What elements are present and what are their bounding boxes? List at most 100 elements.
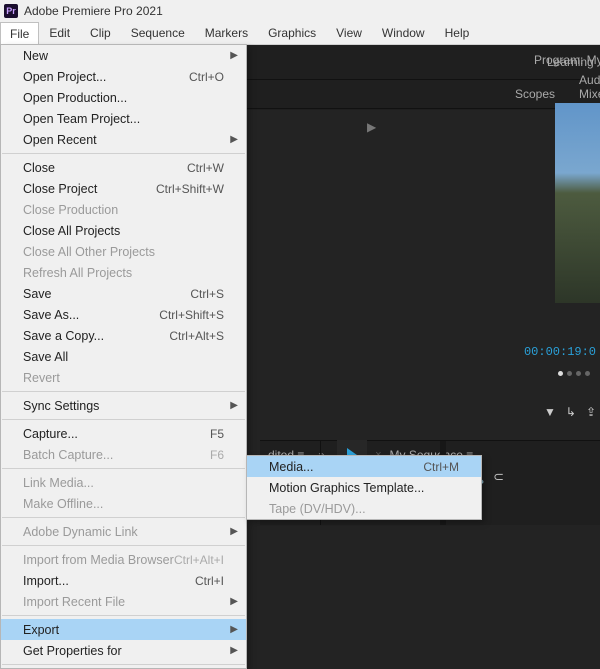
submenu-item-tape-dv-hdv: Tape (DV/HDV)...: [247, 498, 481, 519]
panel-toolbar: ▼ ↳ ⇪: [544, 405, 596, 419]
menu-item-label: Revert: [23, 371, 224, 385]
menu-item-label: Close: [23, 161, 187, 175]
export-icon[interactable]: ⇪: [586, 405, 596, 419]
menu-item-label: Save All: [23, 350, 224, 364]
menu-item-label: Get Properties for: [23, 644, 224, 658]
program-monitor-panel: Program: My Se 00:00:19:0 ▼ ↳ ⇪: [530, 45, 600, 415]
menu-item-label: Tape (DV/HDV)...: [269, 502, 459, 516]
menu-item-label: Link Media...: [23, 476, 224, 490]
workspace-area: Learning Assembly Editing Color Scopes A…: [247, 45, 600, 517]
menu-item-label: Make Offline...: [23, 497, 224, 511]
menu-item-label: Open Production...: [23, 91, 224, 105]
menu-item-label: Import...: [23, 574, 195, 588]
menu-item-label: Save a Copy...: [23, 329, 169, 343]
misc-icon[interactable]: ⊂: [493, 469, 504, 485]
menu-shortcut: Ctrl+S: [190, 287, 224, 301]
menu-item-sync-settings[interactable]: Sync Settings▶: [1, 395, 246, 416]
menubar: FileEditClipSequenceMarkersGraphicsViewW…: [0, 22, 600, 45]
menu-separator: [2, 153, 245, 154]
menu-item-export[interactable]: Export ▶: [1, 619, 246, 640]
menu-item-open-team-project[interactable]: Open Team Project...: [1, 108, 246, 129]
menu-item-label: Sync Settings: [23, 399, 224, 413]
menu-item-batch-capture: Batch Capture...F6: [1, 444, 246, 465]
menu-shortcut: Ctrl+Shift+W: [156, 182, 224, 196]
menu-shortcut: F6: [210, 448, 224, 462]
menu-separator: [2, 545, 245, 546]
menu-separator: [2, 615, 245, 616]
menu-item-label: Import Recent File: [23, 595, 224, 609]
submenu-item-media[interactable]: Media...Ctrl+M: [247, 456, 481, 477]
menu-item-refresh-all-projects: Refresh All Projects: [1, 262, 246, 283]
menu-item-import[interactable]: Import...Ctrl+I: [1, 570, 246, 591]
menu-item-label: Open Recent: [23, 133, 224, 147]
menu-shortcut: Ctrl+I: [195, 574, 224, 588]
menu-shortcut: Ctrl+Alt+I: [174, 553, 224, 567]
menu-clip[interactable]: Clip: [80, 22, 121, 44]
menu-item-label: Save: [23, 287, 190, 301]
funnel-icon[interactable]: ▼: [544, 405, 556, 419]
menu-shortcut: Ctrl+Alt+S: [169, 329, 224, 343]
menu-item-new[interactable]: New▶: [1, 45, 246, 66]
menu-item-label: Capture...: [23, 427, 210, 441]
submenu-item-motion-graphics-template[interactable]: Motion Graphics Template...: [247, 477, 481, 498]
program-timecode: 00:00:19:0: [524, 345, 596, 359]
menu-item-label: Save As...: [23, 308, 159, 322]
menu-sequence[interactable]: Sequence: [121, 22, 195, 44]
menu-file[interactable]: File: [0, 22, 39, 44]
menu-item-close-all-other-projects: Close All Other Projects: [1, 241, 246, 262]
menu-graphics[interactable]: Graphics: [258, 22, 326, 44]
menu-item-save-all[interactable]: Save All: [1, 346, 246, 367]
menu-item-close[interactable]: CloseCtrl+W: [1, 157, 246, 178]
menu-item-open-recent[interactable]: Open Recent ▶: [1, 129, 246, 150]
menu-shortcut: Ctrl+Shift+S: [159, 308, 224, 322]
menu-item-label: Adobe Dynamic Link: [23, 525, 224, 539]
menu-item-open-project[interactable]: Open Project...Ctrl+O: [1, 66, 246, 87]
menu-separator: [2, 517, 245, 518]
menu-item-link-media: Link Media...: [1, 472, 246, 493]
menu-item-close-project[interactable]: Close ProjectCtrl+Shift+W: [1, 178, 246, 199]
menu-item-save-as[interactable]: Save As...Ctrl+Shift+S: [1, 304, 246, 325]
menu-separator: [2, 419, 245, 420]
menu-item-adobe-dynamic-link: Adobe Dynamic Link ▶: [1, 521, 246, 542]
menu-item-label: Close All Other Projects: [23, 245, 224, 259]
menu-item-label: Batch Capture...: [23, 448, 210, 462]
menu-item-import-from-media-browser: Import from Media BrowserCtrl+Alt+I: [1, 549, 246, 570]
menu-item-save-a-copy[interactable]: Save a Copy...Ctrl+Alt+S: [1, 325, 246, 346]
menu-item-label: Open Project...: [23, 70, 189, 84]
menu-shortcut: Ctrl+M: [423, 460, 459, 474]
program-panel-title: Program: My Se: [530, 45, 600, 75]
menu-item-close-all-projects[interactable]: Close All Projects: [1, 220, 246, 241]
export-submenu: Media...Ctrl+M Motion Graphics Template..…: [246, 455, 482, 520]
menu-item-label: Close All Projects: [23, 224, 224, 238]
menu-help[interactable]: Help: [435, 22, 480, 44]
menu-edit[interactable]: Edit: [39, 22, 80, 44]
arrow-icon[interactable]: ↳: [566, 405, 576, 419]
titlebar: Pr Adobe Premiere Pro 2021: [0, 0, 600, 22]
menu-separator: [2, 664, 245, 665]
submenu-arrow-icon: ▶: [230, 134, 238, 145]
marker-dots: [558, 371, 590, 376]
menu-item-close-production: Close Production: [1, 199, 246, 220]
menu-item-label: Refresh All Projects: [23, 266, 224, 280]
menu-item-get-properties-for[interactable]: Get Properties for▶: [1, 640, 246, 661]
menu-view[interactable]: View: [326, 22, 372, 44]
menu-window[interactable]: Window: [372, 22, 435, 44]
menu-item-label: Motion Graphics Template...: [269, 481, 459, 495]
submenu-arrow-icon: ▶: [230, 624, 238, 635]
submenu-arrow-icon: ▶: [230, 526, 238, 537]
menu-item-capture[interactable]: Capture...F5: [1, 423, 246, 444]
menu-item-label: Close Production: [23, 203, 224, 217]
menu-markers[interactable]: Markers: [195, 22, 258, 44]
menu-item-open-production[interactable]: Open Production...: [1, 87, 246, 108]
menu-item-save[interactable]: SaveCtrl+S: [1, 283, 246, 304]
menu-item-label: Export: [23, 623, 224, 637]
menu-separator: [2, 391, 245, 392]
submenu-arrow-icon: ▶: [230, 596, 238, 607]
submenu-arrow-icon: ▶: [230, 50, 238, 61]
menu-shortcut: Ctrl+O: [189, 70, 224, 84]
menu-shortcut: Ctrl+W: [187, 161, 224, 175]
menu-item-import-recent-file: Import Recent File ▶: [1, 591, 246, 612]
program-video-preview[interactable]: [555, 103, 600, 303]
play-small-icon: ▶: [367, 120, 376, 134]
app-icon: Pr: [4, 4, 18, 18]
